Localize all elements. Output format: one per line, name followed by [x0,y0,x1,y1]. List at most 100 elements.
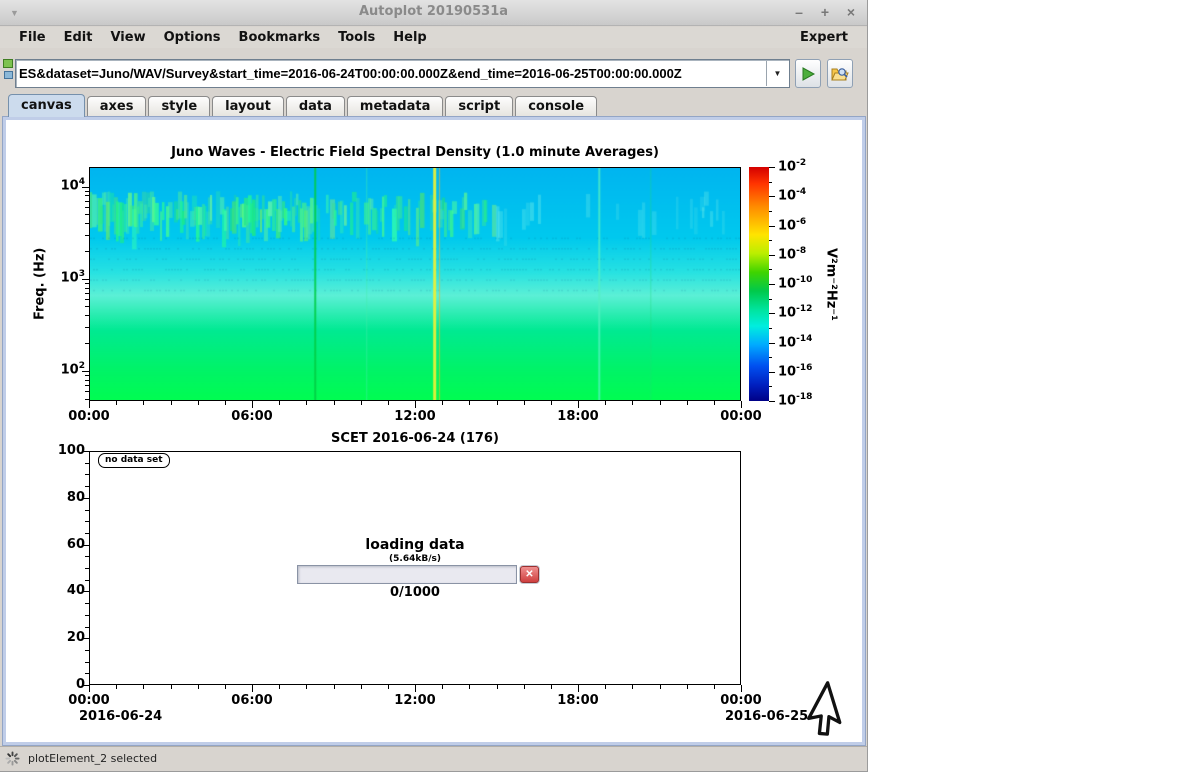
menu-item-file[interactable]: File [10,30,55,45]
desktop: ▼ Autoplot 20190531a – + × FileEditViewO… [0,0,1197,772]
plot1-xlabel: SCET 2016-06-24 (176) [89,431,741,446]
colorbar-tick-label: 10-16 [778,363,822,379]
x-tick [89,685,90,692]
y-minor-tick [85,533,89,534]
x-tick [497,685,498,689]
tab-axes[interactable]: axes [87,96,147,117]
close-button[interactable]: × [843,3,859,21]
y-minor-tick [85,463,89,464]
x-tick [225,685,226,689]
y-tick-label: 102 [45,361,85,377]
loading-progress-bar[interactable] [297,565,517,584]
maximize-button[interactable]: + [817,3,833,21]
tab-canvas[interactable]: canvas [8,94,85,117]
colorbar-tick [769,255,775,256]
y-tick-label: 60 [47,537,85,552]
colorbar-tick [769,167,775,168]
x-tick-label: 12:00 [389,693,441,708]
x-tick [469,401,470,405]
y-minor-tick [85,306,89,307]
colorbar-minor-tick [769,182,772,183]
menu-item-help[interactable]: Help [384,30,435,45]
open-file-button[interactable] [827,59,853,88]
window-titlebar[interactable]: ▼ Autoplot 20190531a – + × [0,0,867,26]
window-controls: – + × [791,3,859,21]
x-tick [225,401,226,405]
play-icon [800,66,816,82]
menu-item-tools[interactable]: Tools [329,30,384,45]
plot-canvas[interactable]: Juno Waves - Electric Field Spectral Den… [7,121,861,741]
x-tick [660,685,661,689]
loading-rate: (5.64kB/s) [315,554,515,564]
colorbar-tick-label: 10-8 [778,246,822,262]
y-minor-tick [85,214,89,215]
x-tick [116,685,117,689]
x-tick [171,685,172,689]
y-minor-tick [85,568,89,569]
y-minor-tick [85,399,89,400]
x-tick [415,685,416,692]
y-minor-tick [85,235,89,236]
x-tick [497,401,498,405]
colorbar-tick-label: 10-12 [778,304,822,320]
y-minor-tick [85,510,89,511]
busy-spinner-icon [5,751,20,766]
tab-script[interactable]: script [445,96,513,117]
y-minor-tick [85,556,89,557]
colorbar-tick-label: 10-4 [778,187,822,203]
y-minor-tick [85,474,89,475]
x-tick-label: 00:00 [715,693,767,708]
uri-input[interactable] [19,61,766,86]
y-minor-tick [85,391,89,392]
x-tick [714,685,715,689]
menu-item-edit[interactable]: Edit [55,30,102,45]
colorbar-minor-tick [769,328,772,329]
x-start-date-label: 2016-06-24 [79,709,162,724]
colorbar-minor-tick [769,299,772,300]
y-tick-label: 103 [45,269,85,285]
x-tick [524,685,525,689]
menu-item-bookmarks[interactable]: Bookmarks [230,30,330,45]
tab-data[interactable]: data [286,96,345,117]
y-minor-tick [85,293,89,294]
y-minor-tick [85,288,89,289]
colorbar-tick-label: 10-18 [778,392,822,408]
x-tick [116,401,117,405]
minimize-button[interactable]: – [791,3,807,21]
x-tick [551,685,552,689]
x-tick-label: 18:00 [552,693,604,708]
y-minor-tick [85,603,89,604]
x-tick [741,685,742,692]
go-plot-button[interactable] [795,59,821,88]
y-minor-tick [85,201,89,202]
x-tick [551,401,552,405]
x-tick [632,401,633,405]
cancel-loading-button[interactable]: ✕ [520,566,539,583]
expert-mode-label[interactable]: Expert [791,30,857,45]
loading-progress-text: 0/1000 [315,585,515,600]
tab-console[interactable]: console [515,96,597,117]
tab-layout[interactable]: layout [212,96,284,117]
x-tick-label: 12:00 [389,409,441,424]
menu-item-options[interactable]: Options [155,30,230,45]
uri-dropdown-button[interactable]: ▼ [766,61,788,86]
y-minor-tick [85,195,89,196]
x-tick [171,401,172,405]
spectrogram-image [90,168,740,400]
y-tick-label: 100 [47,443,85,458]
tab-metadata[interactable]: metadata [347,96,443,117]
colorbar-tick [769,343,775,344]
colorbar [749,167,769,401]
x-tick [252,401,253,408]
spectrogram-plot[interactable] [89,167,741,401]
y-minor-tick [85,673,89,674]
window-title: Autoplot 20190531a [0,4,867,19]
colorbar-tick-label: 10-14 [778,334,822,350]
menu-item-view[interactable]: View [101,30,154,45]
x-tick [279,401,280,405]
folder-search-icon [831,66,849,82]
x-tick [442,401,443,405]
tab-style[interactable]: style [148,96,210,117]
y-minor-tick [85,380,89,381]
x-tick [198,685,199,689]
